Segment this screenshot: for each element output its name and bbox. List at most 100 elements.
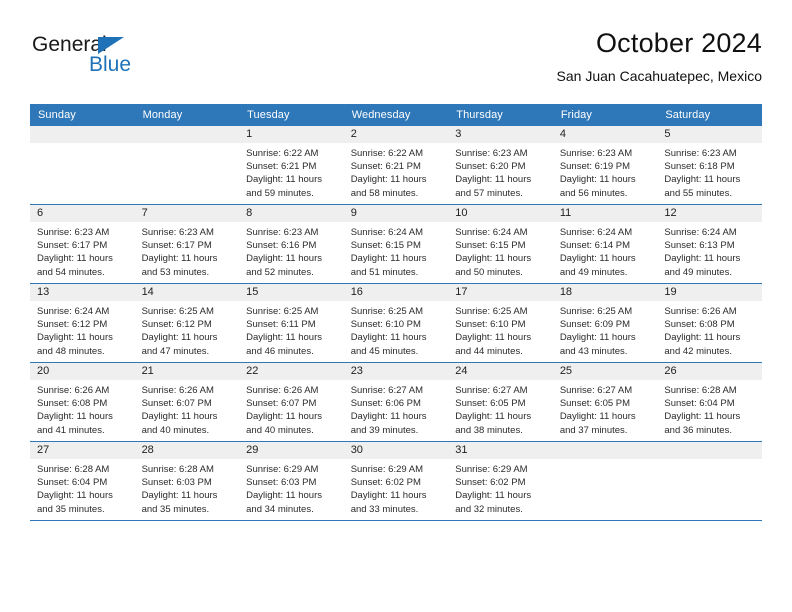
day-cell[interactable]: 7 Sunrise: 6:23 AM Sunset: 6:17 PM Daylight… [134,204,240,284]
day-detail-daylight-1: Daylight: 11 hours [350,253,427,265]
day-detail-sunrise: Sunrise: 6:29 AM [246,464,319,475]
weekday-header-wednesday: Wednesday [343,104,449,126]
day-detail-sunrise: Sunrise: 6:29 AM [455,464,528,475]
day-detail-sunrise: Sunrise: 6:24 AM [455,227,528,238]
day-cell[interactable]: 4 Sunrise: 6:23 AM Sunset: 6:19 PM Daylight… [552,126,658,205]
day-details [657,459,762,463]
day-cell[interactable]: 1 Sunrise: 6:22 AM Sunset: 6:21 PM Daylight… [239,126,344,205]
day-detail-sunset: Sunset: 6:11 PM [246,319,316,331]
day-detail-sunrise: Sunrise: 6:23 AM [664,148,737,159]
day-detail-sunrise: Sunrise: 6:26 AM [37,385,110,396]
day-number: 10 [448,205,553,222]
day-details: Sunrise: 6:25 AM Sunset: 6:12 PM Daylight:… [135,301,240,358]
day-cell[interactable]: 11 Sunrise: 6:24 AM Sunset: 6:14 PM Dayligh… [552,204,658,284]
day-cell[interactable]: 25 Sunrise: 6:27 AM Sunset: 6:05 PM Dayligh… [552,362,658,442]
day-detail-daylight-1: Daylight: 11 hours [37,253,113,265]
day-cell[interactable]: 24 Sunrise: 6:27 AM Sunset: 6:05 PM Dayligh… [448,362,553,442]
day-details: Sunrise: 6:28 AM Sunset: 6:04 PM Daylight:… [30,459,135,516]
day-cell[interactable]: 8 Sunrise: 6:23 AM Sunset: 6:16 PM Daylight… [239,204,344,284]
day-detail-daylight-1: Daylight: 11 hours [350,411,427,423]
calendar-week-row: 27 Sunrise: 6:28 AM Sunset: 6:04 PM Dayligh… [30,441,762,521]
day-number: 31 [448,442,553,459]
day-detail-daylight-2: and 58 minutes. [350,187,419,199]
day-cell[interactable]: 18 Sunrise: 6:25 AM Sunset: 6:09 PM Dayligh… [552,283,658,363]
generalblue-logo[interactable]: General Blue [32,34,212,86]
day-cell[interactable]: 12 Sunrise: 6:24 AM Sunset: 6:13 PM Dayligh… [657,204,762,284]
day-number: 30 [343,442,449,459]
day-cell[interactable]: 22 Sunrise: 6:26 AM Sunset: 6:07 PM Dayligh… [239,362,344,442]
day-detail-sunrise: Sunrise: 6:27 AM [559,385,633,396]
day-detail-sunrise: Sunrise: 6:24 AM [559,227,633,238]
day-number: 18 [552,284,658,301]
day-detail-daylight-1: Daylight: 11 hours [350,174,427,186]
day-detail-sunset: Sunset: 6:12 PM [37,319,108,331]
day-detail-sunset: Sunset: 6:14 PM [559,240,631,252]
day-cell[interactable]: 31 Sunrise: 6:29 AM Sunset: 6:02 PM Dayligh… [448,441,553,521]
day-details: Sunrise: 6:23 AM Sunset: 6:20 PM Daylight:… [448,143,553,200]
day-number: 6 [30,205,135,222]
day-number [134,126,240,143]
day-cell[interactable]: 27 Sunrise: 6:28 AM Sunset: 6:04 PM Dayligh… [30,441,135,521]
day-cell[interactable]: 28 Sunrise: 6:28 AM Sunset: 6:03 PM Dayligh… [134,441,240,521]
day-number: 17 [448,284,553,301]
day-detail-sunset: Sunset: 6:10 PM [350,319,421,331]
day-detail-daylight-1: Daylight: 11 hours [559,411,636,423]
day-details: Sunrise: 6:23 AM Sunset: 6:17 PM Daylight:… [135,222,240,279]
day-detail-sunrise: Sunrise: 6:28 AM [37,464,110,475]
day-number: 20 [30,363,135,380]
weekday-header-thursday: Thursday [448,104,553,126]
day-detail-sunrise: Sunrise: 6:26 AM [141,385,214,396]
day-cell[interactable]: 26 Sunrise: 6:28 AM Sunset: 6:04 PM Dayligh… [657,362,762,442]
day-detail-sunset: Sunset: 6:12 PM [141,319,212,331]
weekday-header-friday: Friday [552,104,658,126]
day-details: Sunrise: 6:23 AM Sunset: 6:19 PM Daylight:… [553,143,658,200]
day-cell[interactable]: 3 Sunrise: 6:23 AM Sunset: 6:20 PM Daylight… [448,126,553,205]
day-cell-empty [552,441,658,521]
day-cell[interactable]: 16 Sunrise: 6:25 AM Sunset: 6:10 PM Dayligh… [343,283,449,363]
day-cell-inner: 12 Sunrise: 6:24 AM Sunset: 6:13 PM Dayligh… [657,205,762,283]
day-detail-sunrise: Sunrise: 6:22 AM [350,148,424,159]
day-cell[interactable]: 9 Sunrise: 6:24 AM Sunset: 6:15 PM Daylight… [343,204,449,284]
day-cell[interactable]: 14 Sunrise: 6:25 AM Sunset: 6:12 PM Dayligh… [134,283,240,363]
day-cell-empty [134,126,240,205]
day-cell[interactable]: 20 Sunrise: 6:26 AM Sunset: 6:08 PM Dayligh… [30,362,135,442]
day-cell[interactable]: 15 Sunrise: 6:25 AM Sunset: 6:11 PM Dayligh… [239,283,344,363]
day-cell[interactable]: 13 Sunrise: 6:24 AM Sunset: 6:12 PM Dayligh… [30,283,135,363]
day-cell[interactable]: 17 Sunrise: 6:25 AM Sunset: 6:10 PM Dayligh… [448,283,553,363]
day-cell-inner: 9 Sunrise: 6:24 AM Sunset: 6:15 PM Daylight… [343,205,449,283]
day-detail-daylight-2: and 57 minutes. [455,187,523,199]
day-detail-daylight-2: and 42 minutes. [664,345,732,357]
day-number: 13 [30,284,135,301]
day-detail-sunrise: Sunrise: 6:23 AM [37,227,110,238]
day-cell[interactable]: 6 Sunrise: 6:23 AM Sunset: 6:17 PM Daylight… [30,204,135,284]
day-detail-daylight-1: Daylight: 11 hours [246,253,322,265]
day-number: 11 [552,205,658,222]
day-detail-daylight-2: and 34 minutes. [246,503,314,515]
day-detail-daylight-1: Daylight: 11 hours [37,490,113,502]
day-cell[interactable]: 19 Sunrise: 6:26 AM Sunset: 6:08 PM Dayligh… [657,283,762,363]
day-cell[interactable]: 23 Sunrise: 6:27 AM Sunset: 6:06 PM Dayligh… [343,362,449,442]
day-cell[interactable]: 30 Sunrise: 6:29 AM Sunset: 6:02 PM Dayligh… [343,441,449,521]
day-cell[interactable]: 2 Sunrise: 6:22 AM Sunset: 6:21 PM Daylight… [343,126,449,205]
day-detail-sunset: Sunset: 6:19 PM [559,161,631,173]
calendar-table: Sunday Monday Tuesday Wednesday Thursday… [30,104,762,521]
calendar-page: General Blue October 2024 San Juan Cacah… [0,0,792,612]
day-cell[interactable]: 29 Sunrise: 6:29 AM Sunset: 6:03 PM Dayligh… [239,441,344,521]
day-detail-daylight-2: and 51 minutes. [350,266,419,278]
day-cell[interactable]: 5 Sunrise: 6:23 AM Sunset: 6:18 PM Daylight… [657,126,762,205]
day-details: Sunrise: 6:25 AM Sunset: 6:09 PM Daylight:… [553,301,658,358]
page-title: October 2024 [595,28,762,58]
day-detail-daylight-1: Daylight: 11 hours [141,411,218,423]
day-details: Sunrise: 6:27 AM Sunset: 6:05 PM Daylight:… [553,380,658,437]
day-detail-sunset: Sunset: 6:06 PM [350,398,421,410]
day-detail-daylight-1: Daylight: 11 hours [664,332,741,344]
day-cell-inner [134,126,240,204]
day-cell[interactable]: 10 Sunrise: 6:24 AM Sunset: 6:15 PM Dayligh… [448,204,553,284]
day-details: Sunrise: 6:26 AM Sunset: 6:08 PM Daylight:… [657,301,762,358]
day-detail-daylight-2: and 49 minutes. [664,266,732,278]
day-detail-sunset: Sunset: 6:09 PM [559,319,631,331]
day-cell-inner: 26 Sunrise: 6:28 AM Sunset: 6:04 PM Dayligh… [657,363,762,441]
day-cell[interactable]: 21 Sunrise: 6:26 AM Sunset: 6:07 PM Dayligh… [134,362,240,442]
day-number: 7 [134,205,240,222]
day-number: 26 [657,363,762,380]
